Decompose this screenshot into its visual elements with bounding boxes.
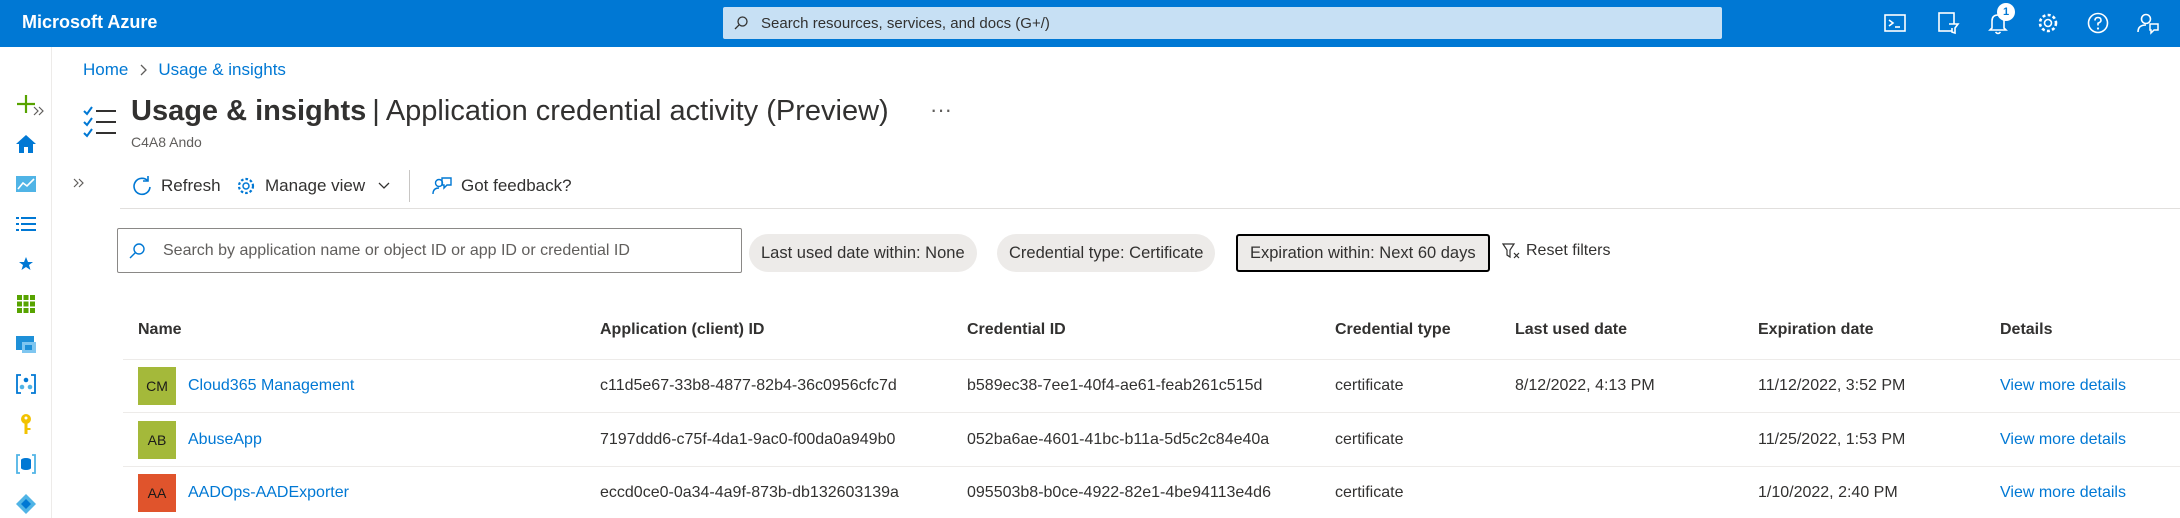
column-header-details[interactable]: Details	[2000, 321, 2052, 339]
column-header-last-used[interactable]: Last used date	[1515, 321, 1627, 339]
column-header-name[interactable]: Name	[138, 321, 182, 339]
app-id-cell: c11d5e67-33b8-4877-82b4-36c0956cfc7d	[600, 377, 897, 394]
feedback-icon[interactable]	[2135, 10, 2161, 36]
filter-search-input[interactable]: Search by application name or object ID …	[163, 242, 630, 260]
credential-type-cell: certificate	[1335, 484, 1404, 501]
expiration-cell: 11/12/2022, 3:52 PM	[1758, 377, 1906, 394]
credential-id-cell: 052ba6ae-4601-41bc-b11a-5d5c2c84e40a	[967, 431, 1270, 448]
app-id-cell: eccd0ce0-0a34-4a9f-873b-db132603139a	[600, 484, 899, 501]
last-used-cell: 8/12/2022, 4:13 PM	[1515, 377, 1655, 394]
view-details-link[interactable]: View more details	[2000, 431, 2126, 449]
view-details-link[interactable]: View more details	[2000, 377, 2126, 395]
app-avatar: CM	[138, 367, 176, 405]
page-title: Usage & insights | Application credential …	[131, 95, 889, 128]
page-title-rest: Application credential activity (Preview…	[385, 95, 889, 127]
key-vault-icon[interactable]	[13, 411, 39, 437]
left-rail	[0, 47, 52, 518]
all-services-icon[interactable]	[13, 211, 39, 237]
page-title-separator: |	[372, 95, 380, 127]
refresh-button[interactable]: Refresh	[131, 172, 221, 200]
notification-badge: 1	[1997, 3, 2015, 21]
search-icon	[129, 243, 145, 259]
app-name-link[interactable]: AbuseApp	[188, 431, 262, 449]
credential-id-cell: b589ec38-7ee1-40f4-ae61-feab261c515d	[967, 377, 1263, 394]
dashboard-icon[interactable]	[13, 171, 39, 197]
header-divider	[123, 359, 2180, 360]
settings-icon[interactable]	[2035, 10, 2061, 36]
brand-title[interactable]: Microsoft Azure	[22, 12, 157, 33]
expiration-cell: 1/10/2022, 2:40 PM	[1758, 484, 1898, 501]
app-name-link[interactable]: Cloud365 Management	[188, 377, 354, 395]
breadcrumb: Home Usage & insights	[83, 60, 286, 80]
app-avatar: AA	[138, 474, 176, 512]
manage-view-label: Manage view	[265, 176, 366, 195]
credential-type-cell: certificate	[1335, 431, 1404, 448]
reset-filters-label: Reset filters	[1526, 242, 1611, 259]
credential-type-cell: certificate	[1335, 377, 1404, 394]
credential-type-filter-pill[interactable]: Credential type: Certificate	[997, 234, 1216, 272]
create-resource-icon[interactable]	[13, 91, 39, 117]
breadcrumb-home[interactable]: Home	[83, 60, 128, 80]
app-services-icon[interactable]	[13, 371, 39, 397]
global-search[interactable]: Search resources, services, and docs (G+…	[723, 7, 1722, 39]
chevron-down-icon	[378, 182, 390, 189]
column-header-credential-id[interactable]: Credential ID	[967, 321, 1066, 339]
refresh-icon	[133, 176, 151, 196]
page-subtitle: C4A8 Ando	[131, 134, 202, 150]
column-header-credential-type[interactable]: Credential type	[1335, 321, 1451, 339]
manage-view-button[interactable]: Manage view	[235, 172, 391, 200]
filter-search-box[interactable]: Search by application name or object ID …	[117, 228, 742, 273]
row-divider	[123, 412, 2180, 413]
feedback-label: Got feedback?	[461, 176, 572, 195]
gear-icon	[237, 177, 255, 195]
help-icon[interactable]	[2085, 10, 2111, 36]
more-actions-button[interactable]: ···	[930, 97, 952, 123]
all-resources-icon[interactable]	[13, 291, 39, 317]
sql-icon[interactable]	[13, 451, 39, 477]
home-icon[interactable]	[13, 131, 39, 157]
reset-filters-button[interactable]: Reset filters	[1502, 242, 1610, 260]
view-details-link[interactable]: View more details	[2000, 484, 2126, 502]
command-bar-divider	[120, 208, 2180, 209]
app-avatar: AB	[138, 421, 176, 459]
refresh-label: Refresh	[161, 176, 221, 195]
credential-id-cell: 095503b8-b0ce-4922-82e1-4be94113e4d6	[967, 484, 1271, 501]
top-bar: Microsoft Azure Search resources, servic…	[0, 0, 2180, 47]
filter-clear-icon	[1502, 243, 1520, 259]
column-header-app-id[interactable]: Application (client) ID	[600, 321, 764, 339]
row-divider	[123, 466, 2180, 467]
azure-ad-icon[interactable]	[13, 491, 39, 517]
app-id-cell: 7197ddd6-c75f-4da1-9ac0-f00da0a949b0	[600, 431, 896, 448]
app-name-link[interactable]: AADOps-AADExporter	[188, 484, 349, 502]
resource-groups-icon[interactable]	[13, 331, 39, 357]
chevron-right-icon	[140, 64, 148, 76]
checklist-icon	[83, 106, 116, 138]
page-title-main: Usage & insights	[131, 95, 367, 127]
command-divider	[409, 170, 410, 202]
search-icon	[734, 16, 748, 30]
expiration-cell: 11/25/2022, 1:53 PM	[1758, 431, 1906, 448]
last-used-filter-pill[interactable]: Last used date within: None	[749, 234, 977, 272]
expiration-filter-pill[interactable]: Expiration within: Next 60 days	[1236, 234, 1490, 272]
column-header-expiration[interactable]: Expiration date	[1758, 321, 1874, 339]
global-search-input[interactable]: Search resources, services, and docs (G+…	[761, 15, 1050, 32]
cloud-shell-icon[interactable]	[1882, 10, 1908, 36]
directory-filter-icon[interactable]	[1935, 10, 1961, 36]
collapse-menu-icon[interactable]	[72, 176, 86, 190]
feedback-button[interactable]: Got feedback?	[431, 172, 572, 200]
favorites-icon[interactable]	[13, 251, 39, 277]
breadcrumb-current[interactable]: Usage & insights	[158, 60, 286, 80]
feedback-person-icon	[432, 177, 452, 195]
